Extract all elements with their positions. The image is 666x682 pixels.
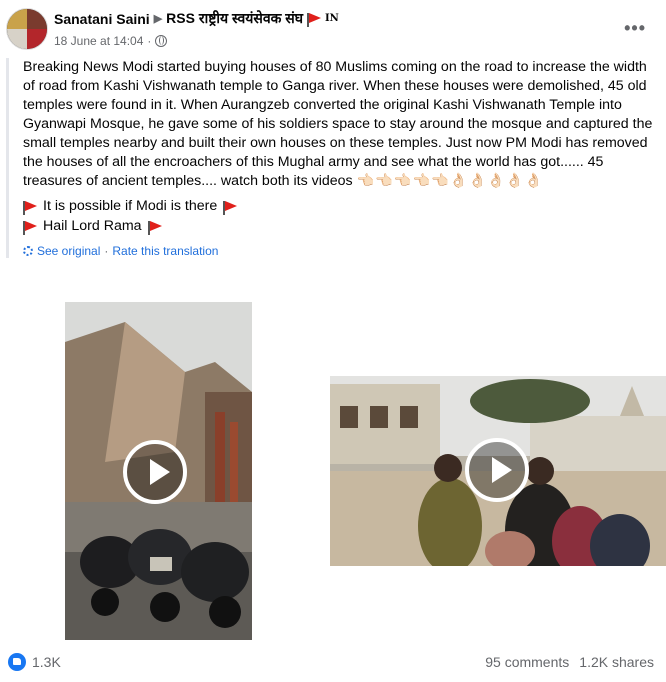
globe-icon[interactable] bbox=[155, 35, 168, 47]
group-name[interactable]: RSS राष्ट्रीय स्वयंसेवक संघ bbox=[166, 9, 303, 28]
post-footer: 1.3K 95 comments 1.2K shares bbox=[0, 648, 666, 678]
post-header: Sanatani Saini ▶ RSS राष्ट्रीय स्वयंसेवक… bbox=[0, 0, 666, 56]
country-code: IN bbox=[325, 13, 339, 24]
video-1[interactable] bbox=[65, 302, 252, 640]
author-name[interactable]: Sanatani Saini bbox=[54, 11, 150, 27]
more-options-button[interactable]: ••• bbox=[624, 18, 646, 39]
saffron-flag-icon bbox=[23, 221, 37, 235]
play-icon[interactable] bbox=[465, 438, 529, 502]
post-timestamp[interactable]: 18 June at 14:04 bbox=[54, 34, 143, 48]
shares-count[interactable]: 1.2K shares bbox=[579, 654, 654, 670]
rate-translation-link[interactable]: Rate this translation bbox=[112, 244, 218, 258]
saffron-flag-icon bbox=[223, 201, 238, 215]
see-original-link[interactable]: See original bbox=[37, 244, 100, 258]
author-line: Sanatani Saini ▶ RSS राष्ट्रीय स्वयंसेवक… bbox=[54, 9, 339, 28]
like-reaction-icon[interactable] bbox=[8, 653, 26, 671]
saffron-flag-icon bbox=[23, 201, 37, 215]
post-body-text: Breaking News Modi started buying houses… bbox=[23, 59, 653, 189]
reaction-count[interactable]: 1.3K bbox=[32, 654, 61, 670]
post-meta: 18 June at 14:04 · bbox=[54, 34, 168, 48]
video-2[interactable] bbox=[330, 376, 666, 566]
meta-separator: · bbox=[147, 34, 152, 48]
saffron-flag-icon bbox=[147, 221, 162, 235]
engagement-stats: 95 comments 1.2K shares bbox=[485, 654, 654, 670]
slogan-1-text: It is possible if Modi is there bbox=[43, 198, 218, 214]
caret-right-icon: ▶ bbox=[153, 13, 163, 25]
translation-separator: · bbox=[104, 244, 109, 258]
gear-icon bbox=[23, 246, 33, 256]
slogan-line-1: It is possible if Modi is there bbox=[23, 197, 658, 216]
facebook-post: Sanatani Saini ▶ RSS राष्ट्रीय स्वयंसेवक… bbox=[0, 0, 666, 682]
comments-count[interactable]: 95 comments bbox=[485, 654, 569, 670]
translation-bar: See original · Rate this translation bbox=[23, 244, 658, 258]
slogan-2-text: Hail Lord Rama bbox=[43, 218, 142, 234]
author-avatar[interactable] bbox=[6, 8, 48, 50]
play-icon[interactable] bbox=[123, 440, 187, 504]
translated-post-body: Breaking News Modi started buying houses… bbox=[6, 58, 658, 258]
post-text: Breaking News Modi started buying houses… bbox=[23, 58, 658, 191]
saffron-flag-icon bbox=[307, 13, 321, 27]
hand-emojis: 👈🏻👈🏻👈🏻👈🏻👈🏻👌🏻👌🏻👌🏻👌🏻👌🏻 bbox=[356, 173, 544, 189]
slogan-line-2: Hail Lord Rama bbox=[23, 217, 658, 236]
